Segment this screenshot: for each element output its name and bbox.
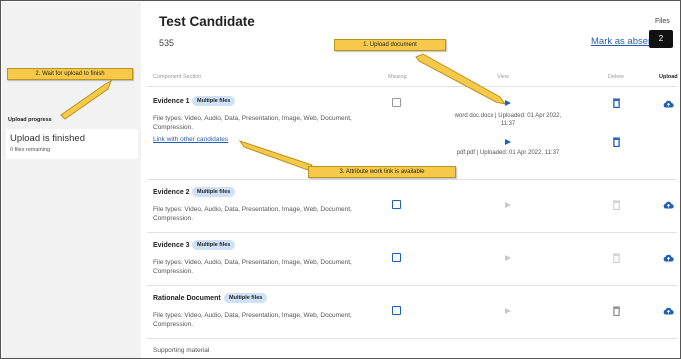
- upload-cloud-icon[interactable]: [663, 254, 674, 262]
- delete-icon: [613, 253, 620, 263]
- upload-cloud-icon[interactable]: [663, 201, 674, 209]
- callout-attribute-work-link: 3. Attribute work link is available: [308, 166, 456, 178]
- missing-checkbox[interactable]: [392, 98, 401, 107]
- table-row: Evidence 3 Multiple files File types: Vi…: [141, 232, 680, 285]
- missing-checkbox[interactable]: [392, 306, 401, 315]
- multiple-files-badge: Multiple files: [192, 187, 236, 197]
- file-types-description: File types: Video, Audio, Data, Presenta…: [153, 312, 352, 328]
- callout-wait-for-upload: 2. Wait for upload to finish: [7, 68, 133, 80]
- multiple-files-badge: Multiple files: [192, 240, 236, 250]
- file-types-description: File types: Video, Audio, Data, Presenta…: [153, 115, 352, 131]
- missing-checkbox[interactable]: [392, 253, 401, 262]
- component-title: Evidence 3: [153, 242, 190, 249]
- column-header-upload: Upload: [659, 74, 678, 80]
- file-types-description: File types: Video, Audio, Data, Presenta…: [153, 259, 352, 275]
- delete-icon: [613, 306, 620, 316]
- play-icon[interactable]: [505, 100, 511, 106]
- upload-cloud-icon[interactable]: [663, 100, 674, 108]
- file-types-description: File types: Video, Audio, Data, Presenta…: [153, 206, 352, 222]
- link-with-other-candidates[interactable]: Link with other candidates: [153, 136, 228, 143]
- main-panel: Test Candidate 535 Mark as absent Files …: [141, 2, 680, 358]
- column-header-missing: Missing: [388, 74, 407, 80]
- component-title: Evidence 1: [153, 98, 190, 105]
- candidate-name: Test Candidate: [159, 14, 255, 29]
- upload-progress-label: Upload progress: [8, 117, 52, 123]
- upload-status-text: Upload is finished: [10, 133, 85, 144]
- row-divider: [147, 338, 677, 339]
- play-icon: [505, 308, 511, 314]
- column-header-delete: Delete: [608, 74, 624, 80]
- uploaded-file-info: word doc.docx | Uploaded: 01 Apr 2022, 1…: [454, 113, 562, 127]
- column-header-view: View: [497, 74, 509, 80]
- play-icon: [505, 255, 511, 261]
- missing-checkbox[interactable]: [392, 200, 401, 209]
- table-row: Rationale Document Multiple files File t…: [141, 285, 680, 338]
- uploaded-file-info: pdf.pdf | Uploaded: 01 Apr 2022, 11:37: [456, 150, 560, 156]
- delete-icon[interactable]: [613, 98, 620, 108]
- sidebar: Upload progress Upload is finished 0 fil…: [2, 2, 141, 358]
- column-header-component: Component Section: [153, 74, 202, 80]
- upload-status-card: Upload is finished 0 files remaining: [6, 129, 138, 159]
- files-remaining-text: 0 files remaining: [10, 147, 51, 153]
- files-count-badge: 2: [649, 30, 673, 48]
- multiple-files-badge: Multiple files: [224, 293, 268, 303]
- files-label: Files: [655, 18, 670, 25]
- play-icon: [505, 202, 511, 208]
- component-title: Rationale Document: [153, 295, 221, 302]
- mark-as-absent-link[interactable]: Mark as absent: [591, 36, 656, 47]
- screenshot-frame: Upload progress Upload is finished 0 fil…: [0, 0, 681, 359]
- play-icon[interactable]: [505, 139, 511, 145]
- component-title: Evidence 2: [153, 189, 190, 196]
- upload-cloud-icon[interactable]: [663, 307, 674, 315]
- delete-icon: [613, 200, 620, 210]
- delete-icon[interactable]: [613, 137, 620, 147]
- multiple-files-badge: Multiple files: [192, 96, 236, 106]
- table-row: Evidence 2 Multiple files File types: Vi…: [141, 179, 680, 232]
- supporting-material-heading: Supporting material: [153, 347, 210, 354]
- candidate-number: 535: [159, 38, 175, 48]
- callout-upload-document: 1. Upload document: [334, 39, 446, 51]
